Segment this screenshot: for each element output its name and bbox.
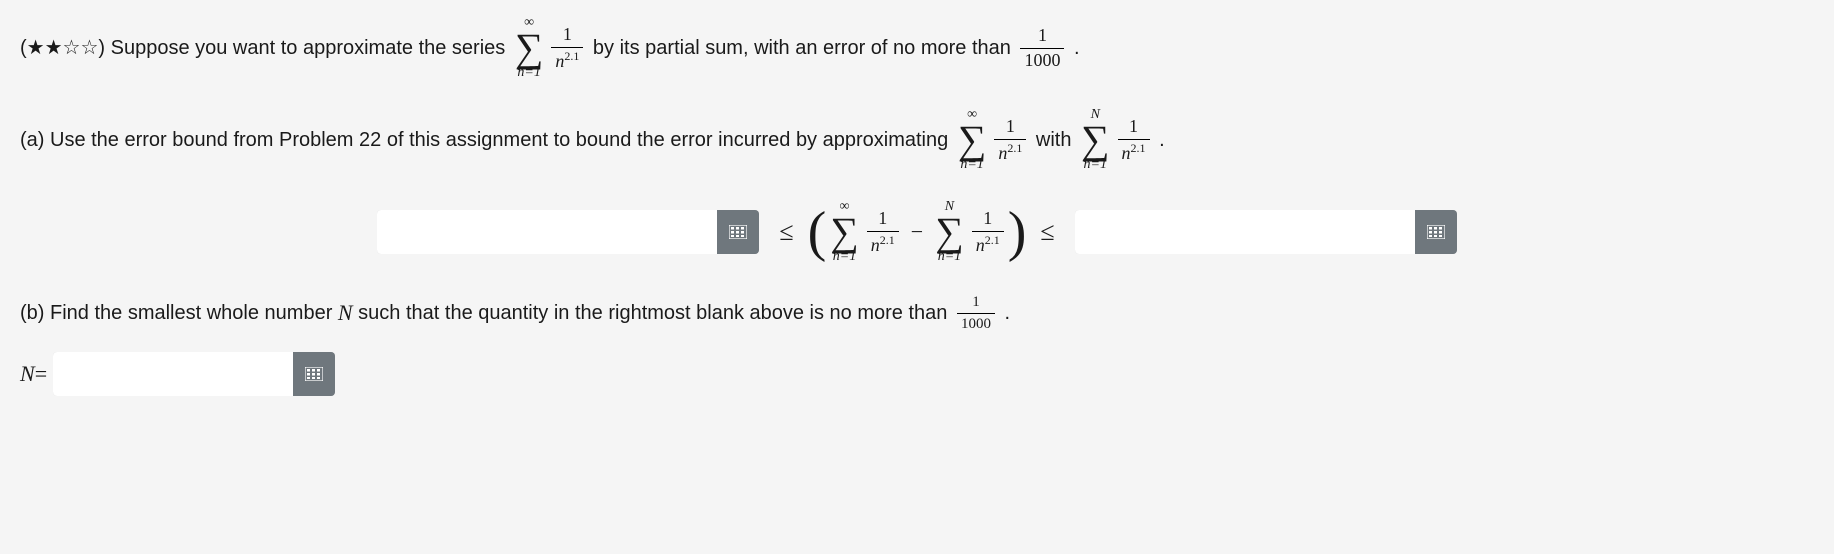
part-a-end: . bbox=[1154, 126, 1165, 154]
right-paren: ) bbox=[1008, 207, 1027, 257]
answer-N-var: N bbox=[20, 359, 35, 390]
intro-end: . bbox=[1068, 34, 1079, 62]
n-input[interactable] bbox=[53, 352, 293, 396]
open-paren: ( bbox=[20, 34, 27, 62]
sum-inf-center: ∞ ∑ n=1 bbox=[830, 200, 859, 264]
inequality-row: ≤ ( ∞ ∑ n=1 1 n2.1 − N ∑ n=1 1 n2.1 ) ≤ bbox=[20, 200, 1814, 264]
intro-text-2: by its partial sum, with an error of no … bbox=[587, 34, 1016, 62]
part-b-end: . bbox=[999, 299, 1010, 327]
keypad-button-upper[interactable] bbox=[1415, 210, 1457, 254]
series-sum-symbol: ∞ ∑ n=1 bbox=[515, 16, 544, 80]
error-tolerance-b: 1 1000 bbox=[957, 294, 995, 332]
part-b-label-2: such that the quantity in the rightmost … bbox=[353, 299, 953, 327]
part-a-label: (a) Use the error bound from Problem 22 … bbox=[20, 126, 954, 154]
difficulty-stars-filled: ★★ bbox=[27, 34, 63, 62]
summand-center-1: 1 n2.1 bbox=[867, 209, 899, 256]
summand-center-2: 1 n2.1 bbox=[972, 209, 1004, 256]
problem-intro: ( ★★ ☆☆ ) Suppose you want to approximat… bbox=[20, 16, 1814, 80]
upper-bound-input[interactable] bbox=[1075, 210, 1415, 254]
part-a-text: (a) Use the error bound from Problem 22 … bbox=[20, 108, 1814, 172]
series-summand: 1 n2.1 bbox=[551, 25, 583, 72]
error-tolerance: 1 1000 bbox=[1020, 26, 1064, 71]
keypad-icon bbox=[305, 367, 323, 381]
part-b-text: (b) Find the smallest whole number N suc… bbox=[20, 294, 1814, 332]
le-symbol-2: ≤ bbox=[1040, 214, 1054, 250]
le-symbol-1: ≤ bbox=[779, 214, 793, 250]
minus-symbol: − bbox=[911, 217, 923, 248]
intro-text-1: ) Suppose you want to approximate the se… bbox=[98, 34, 510, 62]
answer-equals: = bbox=[35, 359, 47, 390]
n-input-box bbox=[53, 352, 335, 396]
series-summand-a1: 1 n2.1 bbox=[994, 117, 1026, 164]
lower-bound-input-box bbox=[377, 210, 759, 254]
left-paren: ( bbox=[808, 207, 827, 257]
with-text: with bbox=[1030, 126, 1077, 154]
var-N: N bbox=[338, 298, 353, 329]
keypad-icon bbox=[729, 225, 747, 239]
difficulty-stars-empty: ☆☆ bbox=[63, 34, 99, 62]
keypad-button-lower[interactable] bbox=[717, 210, 759, 254]
sum-N-center: N ∑ n=1 bbox=[935, 200, 964, 264]
series-sum-inf-a: ∞ ∑ n=1 bbox=[958, 108, 987, 172]
series-summand-a2: 1 n2.1 bbox=[1118, 117, 1150, 164]
n-answer-row: N = bbox=[20, 352, 1814, 396]
keypad-button-n[interactable] bbox=[293, 352, 335, 396]
keypad-icon bbox=[1427, 225, 1445, 239]
upper-bound-input-box bbox=[1075, 210, 1457, 254]
series-sum-N-a: N ∑ n=1 bbox=[1081, 108, 1110, 172]
lower-bound-input[interactable] bbox=[377, 210, 717, 254]
part-b-label-1: (b) Find the smallest whole number bbox=[20, 299, 338, 327]
